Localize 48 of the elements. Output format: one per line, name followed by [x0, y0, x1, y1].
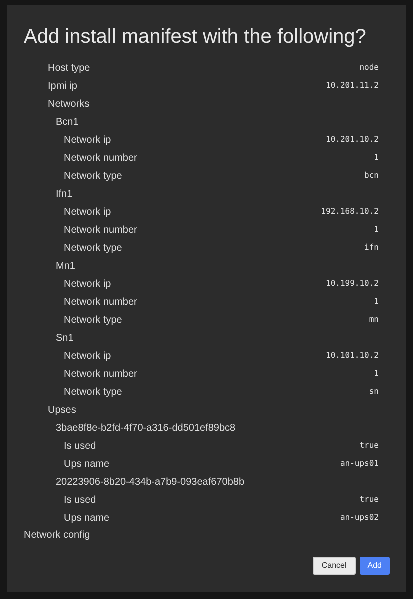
field-label: Network number — [64, 224, 138, 238]
group-label: Networks — [48, 98, 90, 112]
group-label: 20223906-8b20-434b-a7b9-093eaf670b8b — [56, 476, 245, 490]
group-label: Ifn1 — [56, 188, 73, 202]
field-value: 10.201.10.2 — [326, 134, 379, 146]
group-label: Mn1 — [56, 260, 76, 274]
field-label: Network type — [64, 242, 122, 256]
group-label: Sn1 — [56, 332, 74, 346]
field-label: Network ip — [64, 278, 112, 292]
field-value: 1 — [374, 296, 379, 308]
dialog-title: Add install manifest with the following? — [24, 25, 368, 49]
field-label: Is used — [64, 440, 96, 454]
field-value: an-ups02 — [340, 512, 379, 524]
field-label: Network ip — [64, 350, 112, 364]
field-label: Network ip — [64, 206, 112, 220]
field-value: 1 — [374, 368, 379, 380]
field-value: 10.101.10.2 — [326, 350, 379, 362]
field-label: Host type — [48, 62, 90, 76]
section-label: Network config — [24, 529, 92, 543]
field-label: Network number — [64, 296, 138, 310]
field-value: 10.199.10.2 — [326, 278, 379, 290]
field-label: Network type — [64, 314, 122, 328]
field-label: Network ip — [64, 134, 112, 148]
field-value: 10.201.11.2 — [326, 80, 379, 92]
field-label: Ups name — [64, 512, 110, 526]
field-label: Is used — [64, 494, 96, 508]
group-label: Upses — [48, 404, 76, 418]
field-label: Ipmi ip — [48, 80, 78, 94]
field-value: 192.168.10.2 — [321, 206, 379, 218]
field-value: ifn — [364, 242, 379, 254]
field-label: Network type — [64, 386, 122, 400]
field-label: Network number — [64, 368, 138, 382]
group-label: 3bae8f8e-b2fd-4f70-a316-dd501ef89bc8 — [56, 422, 236, 436]
field-value: bcn — [364, 170, 379, 182]
field-value: true — [360, 494, 379, 506]
field-value: sn — [369, 386, 379, 398]
group-label: Bcn1 — [56, 116, 79, 130]
field-value: mn — [369, 314, 379, 326]
field-value: 1 — [374, 152, 379, 164]
field-label: Network type — [64, 170, 122, 184]
field-label: Ups name — [64, 458, 110, 472]
field-value: true — [360, 440, 379, 452]
field-value: node — [360, 62, 379, 74]
add-button[interactable]: Add — [360, 557, 390, 575]
field-value: an-ups01 — [340, 458, 379, 470]
field-value: 1 — [374, 224, 379, 236]
field-label: Network number — [64, 152, 138, 166]
cancel-button[interactable]: Cancel — [312, 557, 356, 575]
